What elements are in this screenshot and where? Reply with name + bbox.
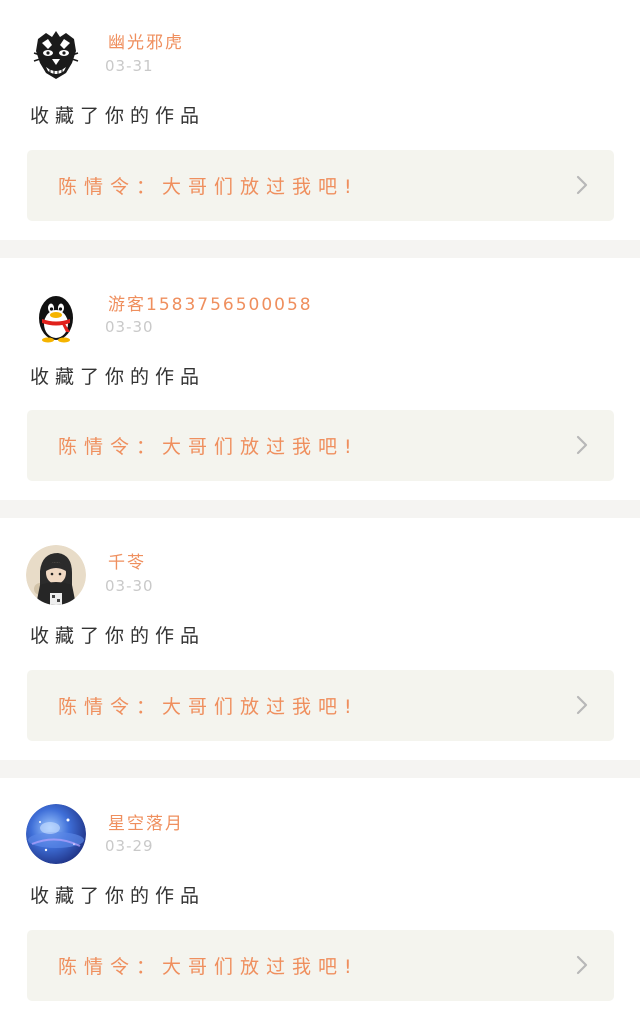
work-title: 陈情令：大哥们放过我吧! — [58, 176, 359, 198]
notification-card: 游客1583756500058 03-30 收藏了你的作品 陈情令：大哥们放过我… — [0, 258, 640, 500]
action-text: 收藏了你的作品 — [30, 885, 206, 907]
work-link[interactable]: 陈情令：大哥们放过我吧! — [27, 930, 614, 1001]
user-name[interactable]: 游客1583756500058 — [108, 290, 313, 315]
action-text: 收藏了你的作品 — [30, 105, 206, 127]
card-divider — [0, 500, 640, 518]
card-divider — [0, 240, 640, 258]
chevron-right-icon — [576, 695, 588, 715]
hooded-figure-avatar-icon[interactable] — [26, 545, 86, 605]
work-title: 陈情令：大哥们放过我吧! — [58, 956, 359, 978]
work-link[interactable]: 陈情令：大哥们放过我吧! — [27, 410, 614, 481]
user-name[interactable]: 星空落月 — [108, 809, 184, 834]
post-date: 03-30 — [105, 318, 154, 336]
notification-card: 星空落月 03-29 收藏了你的作品 陈情令：大哥们放过我吧! — [0, 778, 640, 1011]
blue-galaxy-avatar-icon[interactable] — [26, 804, 86, 864]
work-title: 陈情令：大哥们放过我吧! — [58, 436, 359, 458]
notification-card: 千苓 03-30 收藏了你的作品 陈情令：大哥们放过我吧! — [0, 518, 640, 760]
post-date: 03-30 — [105, 577, 154, 595]
chevron-right-icon — [576, 435, 588, 455]
action-text: 收藏了你的作品 — [30, 625, 206, 647]
work-link[interactable]: 陈情令：大哥们放过我吧! — [27, 670, 614, 741]
work-link[interactable]: 陈情令：大哥们放过我吧! — [27, 150, 614, 221]
notification-card: 幽光邪虎 03-31 收藏了你的作品 陈情令：大哥们放过我吧! — [0, 0, 640, 242]
user-name[interactable]: 千苓 — [108, 548, 146, 573]
action-text: 收藏了你的作品 — [30, 366, 206, 388]
qq-penguin-avatar-icon[interactable] — [26, 286, 86, 346]
post-date: 03-29 — [105, 837, 154, 855]
chevron-right-icon — [576, 955, 588, 975]
tiger-head-avatar-icon[interactable] — [26, 25, 86, 85]
chevron-right-icon — [576, 175, 588, 195]
work-title: 陈情令：大哥们放过我吧! — [58, 696, 359, 718]
card-divider — [0, 760, 640, 778]
post-date: 03-31 — [105, 57, 154, 75]
user-name[interactable]: 幽光邪虎 — [108, 28, 184, 53]
notification-feed: 幽光邪虎 03-31 收藏了你的作品 陈情令：大哥们放过我吧! 游客158375… — [0, 0, 640, 1011]
